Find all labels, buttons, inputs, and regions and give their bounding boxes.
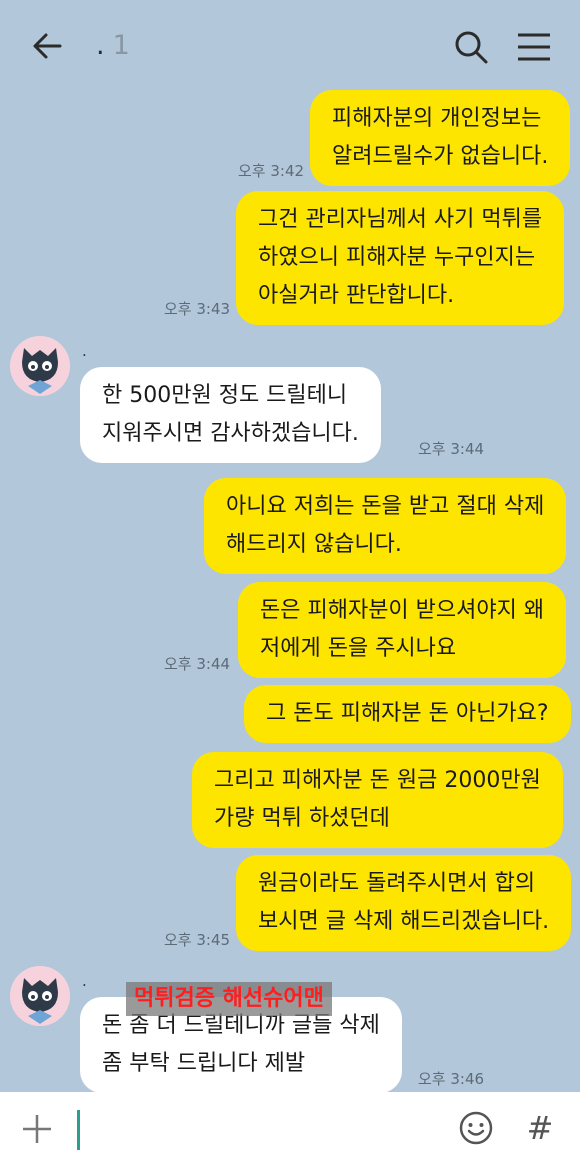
plus-icon[interactable] xyxy=(20,1112,54,1146)
message-time: 오후 3:44 xyxy=(164,655,231,673)
message-line: 그 돈도 피해자분 돈 아닌가요? xyxy=(266,701,549,726)
chat-name: . xyxy=(96,30,105,61)
message-line: 지워주시면 감사하겠습니다. xyxy=(102,421,359,446)
message-line: 좀 부탁 드립니다 제발 xyxy=(102,1051,306,1076)
their-message-bubble[interactable]: 한 500만원 정도 드릴테니 지워주시면 감사하겠습니다. xyxy=(80,367,381,463)
watermark-label: 먹튀검증 해선슈어맨 xyxy=(126,982,332,1016)
cat-avatar-icon xyxy=(10,336,70,396)
arrow-left-icon[interactable] xyxy=(30,28,66,64)
message-input-cursor[interactable] xyxy=(77,1110,80,1150)
cat-avatar-icon xyxy=(10,966,70,1026)
my-message-bubble[interactable]: 그리고 피해자분 돈 원금 2000만원 가량 먹튀 하셨던데 xyxy=(192,752,563,848)
chat-title: .1 xyxy=(96,30,130,61)
my-message-bubble[interactable]: 그건 관리자님께서 사기 먹튀를 하였으니 피해자분 누구인지는 아실거라 판단… xyxy=(236,191,565,325)
my-message-bubble[interactable]: 원금이라도 돌려주시면서 합의 보시면 글 삭제 해드리겠습니다. xyxy=(236,855,572,951)
my-message-bubble[interactable]: 피해자분의 개인정보는 알려드릴수가 없습니다. xyxy=(310,90,571,186)
message-input-bar: # xyxy=(0,1092,580,1169)
message-line: 가량 먹튀 하셨던데 xyxy=(214,806,390,831)
sender-name: . xyxy=(82,342,87,360)
message-line: 피해자분의 개인정보는 xyxy=(332,106,542,131)
message-line: 돈은 피해자분이 받으셔야지 왜 xyxy=(260,598,545,623)
message-time: 오후 3:45 xyxy=(164,931,231,949)
message-line: 하였으니 피해자분 누구인지는 xyxy=(258,245,536,270)
message-line: 해드리지 않습니다. xyxy=(226,532,402,557)
message-line: 보시면 글 삭제 해드리겠습니다. xyxy=(258,909,550,934)
chat-header: .1 xyxy=(0,0,580,92)
message-line: 아실거라 판단합니다. xyxy=(258,283,455,308)
message-line: 한 500만원 정도 드릴테니 xyxy=(102,383,348,408)
message-line: 원금이라도 돌려주시면서 합의 xyxy=(258,871,536,896)
hamburger-menu-icon[interactable] xyxy=(514,30,554,64)
my-message-bubble[interactable]: 그 돈도 피해자분 돈 아닌가요? xyxy=(244,685,571,743)
my-message-bubble[interactable]: 돈은 피해자분이 받으셔야지 왜 저에게 돈을 주시나요 xyxy=(238,582,567,678)
member-count: 1 xyxy=(112,30,130,61)
message-time: 오후 3:42 xyxy=(238,162,305,180)
emoji-icon[interactable] xyxy=(458,1110,494,1146)
message-line: 그리고 피해자분 돈 원금 2000만원 xyxy=(214,768,541,793)
search-icon[interactable] xyxy=(452,28,490,66)
message-line: 아니요 저희는 돈을 받고 절대 삭제 xyxy=(226,494,545,519)
my-message-bubble[interactable]: 아니요 저희는 돈을 받고 절대 삭제 해드리지 않습니다. xyxy=(204,478,567,574)
message-time: 오후 3:46 xyxy=(418,1070,485,1088)
hash-icon[interactable]: # xyxy=(524,1108,556,1148)
avatar[interactable] xyxy=(10,336,70,396)
message-time: 오후 3:43 xyxy=(164,300,231,318)
message-time: 오후 3:44 xyxy=(418,440,485,458)
message-line: 그건 관리자님께서 사기 먹튀를 xyxy=(258,207,543,232)
message-line: 알려드릴수가 없습니다. xyxy=(332,144,549,169)
avatar[interactable] xyxy=(10,966,70,1026)
message-line: 저에게 돈을 주시나요 xyxy=(260,636,457,661)
sender-name: . xyxy=(82,972,87,990)
